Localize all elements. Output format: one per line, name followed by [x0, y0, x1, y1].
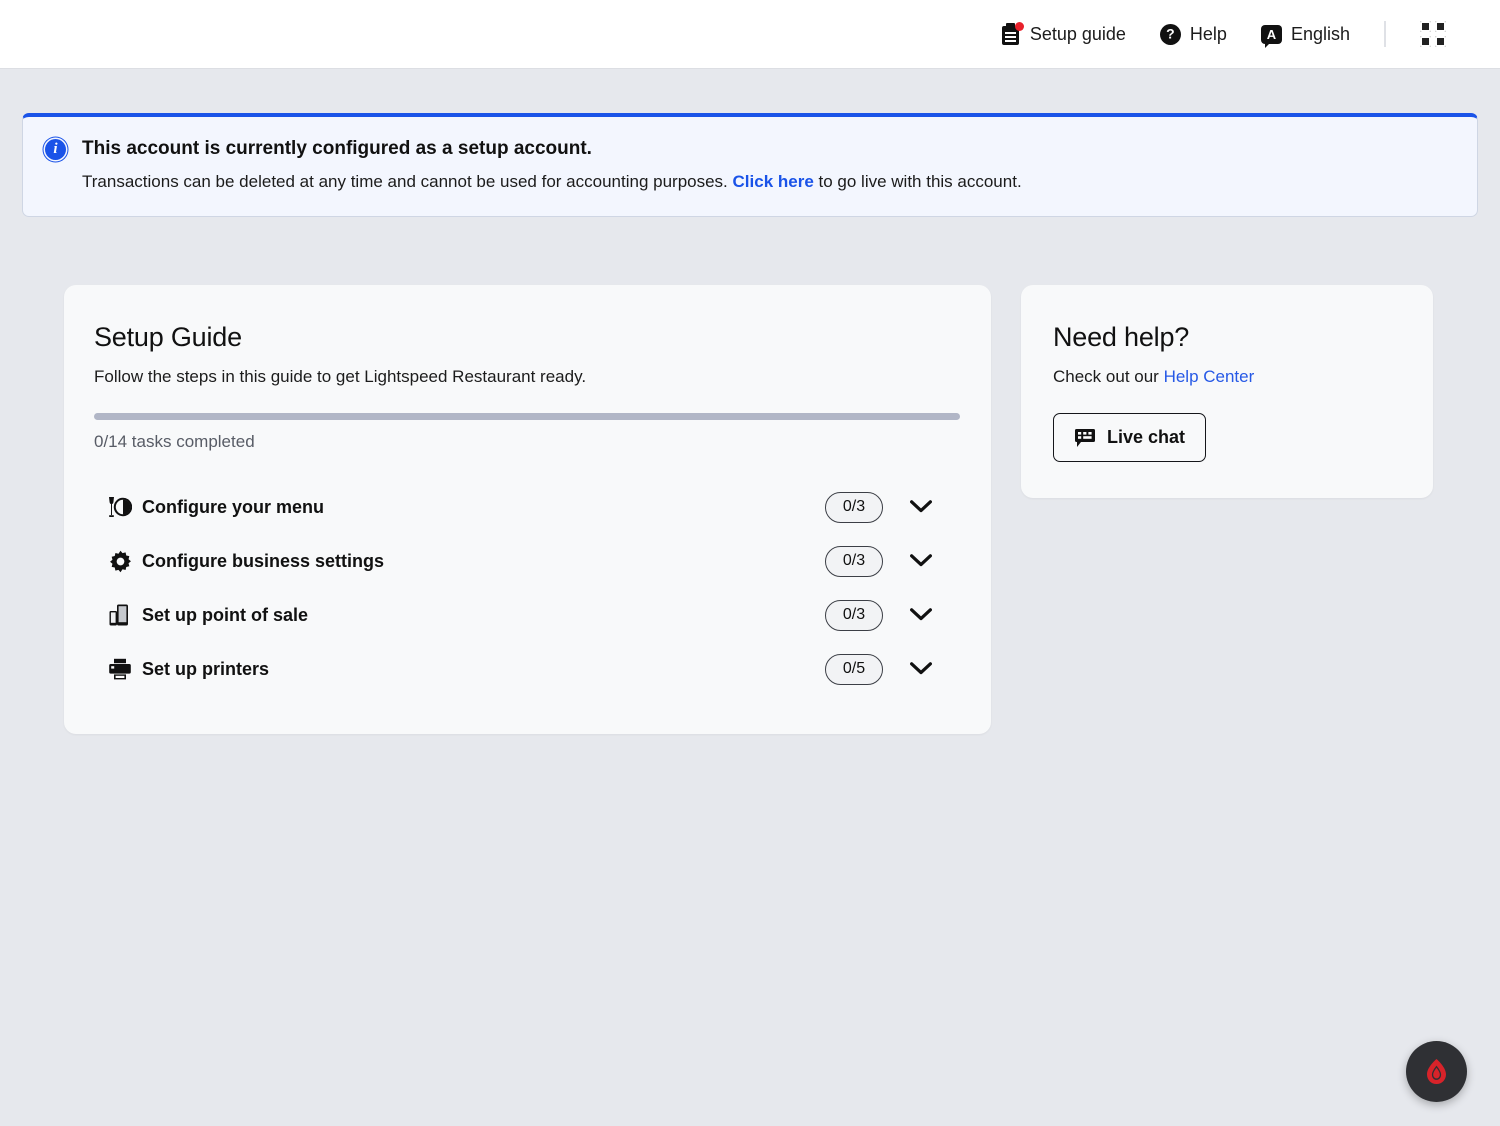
- setup-task-row[interactable]: Configure business settings 0/3: [94, 534, 959, 588]
- gear-icon: [106, 549, 134, 573]
- setup-task-list: Configure your menu 0/3 Configure business…: [94, 480, 959, 696]
- banner-text-before: Transactions can be deleted at any time …: [82, 171, 733, 191]
- setup-task-progress-badge: 0/5: [825, 653, 883, 685]
- setup-guide-title: Setup Guide: [94, 321, 242, 352]
- banner-click-here-link[interactable]: Click here: [733, 172, 814, 191]
- lightspeed-flame-icon: [1424, 1058, 1449, 1085]
- top-item-help-label: Help: [1189, 24, 1227, 44]
- chat-bubble-icon: [1074, 428, 1096, 448]
- help-center-link[interactable]: Help Center: [1164, 367, 1255, 386]
- notification-dot-icon: [1014, 22, 1024, 31]
- top-bar: Setup guide ? Help A English: [0, 0, 1500, 69]
- top-bar-divider: [1384, 21, 1386, 47]
- top-item-setup-guide-label: Setup guide: [1029, 24, 1126, 44]
- setup-task-row[interactable]: Configure your menu 0/3: [94, 480, 959, 534]
- info-icon: i: [45, 139, 66, 160]
- live-chat-label: Live chat: [1107, 427, 1186, 448]
- menu-dining-icon: [106, 495, 134, 519]
- banner-text-after: to go live with this account.: [813, 171, 1022, 191]
- setup-task-label: Configure your menu: [142, 496, 325, 517]
- devices-icon: [106, 603, 134, 627]
- top-bar-actions: Setup guide ? Help A English: [1001, 21, 1446, 48]
- chevron-down-icon[interactable]: [907, 662, 935, 676]
- need-help-card: Need help? Check out our Help Center Liv…: [1021, 284, 1433, 499]
- setup-task-row[interactable]: Set up printers 0/5: [94, 642, 959, 696]
- setup-progress-caption: 0/14 tasks completed: [94, 432, 255, 452]
- setup-task-label: Configure business settings: [142, 550, 385, 571]
- setup-task-label: Set up point of sale: [142, 604, 309, 625]
- setup-account-banner: i This account is currently configured a…: [22, 113, 1478, 217]
- top-item-help[interactable]: ? Help: [1159, 23, 1227, 45]
- chevron-down-icon[interactable]: [907, 608, 935, 622]
- banner-description: Transactions can be deleted at any time …: [82, 171, 1022, 194]
- setup-task-progress-badge: 0/3: [825, 491, 883, 523]
- grid-apps-icon[interactable]: [1420, 21, 1446, 47]
- lightspeed-fab-button[interactable]: [1406, 1041, 1467, 1102]
- question-circle-icon: ?: [1159, 23, 1181, 45]
- need-help-description: Check out our Help Center: [1053, 367, 1401, 387]
- clipboard-icon: [1001, 22, 1024, 45]
- setup-progress-bar: [94, 413, 960, 421]
- banner-title: This account is currently configured as …: [82, 138, 592, 159]
- need-help-title: Need help?: [1053, 321, 1190, 352]
- live-chat-button[interactable]: Live chat: [1053, 413, 1207, 463]
- main-content: Setup Guide Follow the steps in this gui…: [0, 217, 1500, 735]
- top-item-language-label: English: [1290, 24, 1350, 44]
- top-item-language[interactable]: A English: [1260, 24, 1350, 48]
- need-help-text-before: Check out our: [1053, 367, 1164, 387]
- banner-content: This account is currently configured as …: [82, 137, 1022, 194]
- top-item-setup-guide[interactable]: Setup guide: [1001, 22, 1126, 45]
- setup-guide-subtitle: Follow the steps in this guide to get Li…: [94, 367, 587, 387]
- setup-task-progress-badge: 0/3: [825, 599, 883, 631]
- setup-task-label: Set up printers: [142, 658, 270, 679]
- page-root: Setup guide ? Help A English i This acco…: [0, 0, 1500, 1126]
- setup-task-row[interactable]: Set up point of sale 0/3: [94, 588, 959, 642]
- language-icon: A: [1260, 24, 1282, 48]
- printer-icon: [106, 657, 134, 681]
- setup-guide-card: Setup Guide Follow the steps in this gui…: [64, 284, 991, 735]
- setup-task-progress-badge: 0/3: [825, 545, 883, 577]
- chevron-down-icon[interactable]: [907, 554, 935, 568]
- chevron-down-icon[interactable]: [907, 500, 935, 514]
